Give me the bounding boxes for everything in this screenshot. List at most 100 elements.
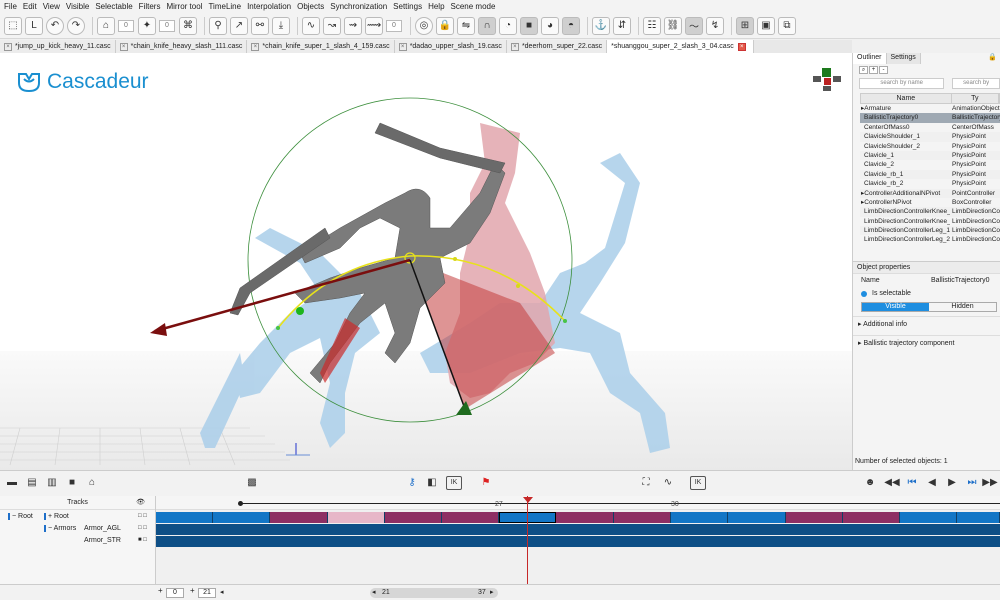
menu-item-timeline[interactable]: TimeLine [208, 2, 241, 11]
close-icon[interactable]: × [251, 42, 260, 51]
tl-tool-2-icon[interactable]: ▤ [24, 476, 40, 490]
playhead[interactable] [527, 496, 528, 584]
play-icon[interactable]: ▶ [944, 476, 960, 490]
lock-icon[interactable]: 🔒 [436, 16, 454, 35]
outliner-row[interactable]: ClavicleShoulder_2 PhysicPoint [860, 142, 1000, 151]
ik-icon[interactable]: ◓ [562, 16, 580, 35]
lock-icon[interactable]: 🔒 [988, 53, 1000, 64]
menu-item-mirror-tool[interactable]: Mirror tool [166, 2, 202, 11]
file-tab[interactable]: × *chain_knife_heavy_slash_111.casc [115, 40, 248, 53]
checkbox-icon[interactable]: ■ □ [138, 537, 147, 543]
next-key-icon[interactable]: ⏭ [964, 476, 980, 490]
outliner-row[interactable]: CenterOfMass0 CenterOfMass [860, 123, 1000, 132]
outliner-row[interactable]: Clavicle_2 PhysicPoint [860, 160, 1000, 169]
fit-icon[interactable]: ⛶ [638, 476, 654, 490]
tl-tool-1-icon[interactable]: ▬ [4, 476, 20, 490]
menu-item-view[interactable]: View [43, 2, 60, 11]
menu-item-help[interactable]: Help [428, 2, 444, 11]
track-bar-root[interactable] [156, 512, 1000, 523]
outliner-row[interactable]: LimbDirectionControllerLeg_1 LimbDirectio… [860, 226, 1000, 236]
menu-item-settings[interactable]: Settings [393, 2, 422, 11]
step-back-icon[interactable]: ◀ [924, 476, 940, 490]
chain-icon[interactable]: ⛓ [664, 16, 682, 35]
interp-icon[interactable]: ✦ [138, 16, 156, 35]
range-end-field[interactable]: 21 [198, 588, 216, 598]
outliner-row[interactable]: BallisticTrajectory0 BallisticTrajectory [860, 113, 1000, 123]
prev-key-icon[interactable]: ⏮ [904, 476, 920, 490]
track-bar-armors[interactable] [156, 524, 1000, 535]
search-name-input[interactable]: search by name [859, 78, 945, 89]
track-root-child[interactable]: + Root [44, 513, 69, 520]
step-icon[interactable]: ↝ [323, 16, 341, 35]
arm-icon[interactable]: ↗ [230, 16, 248, 35]
flag-icon[interactable]: ⚑ [478, 476, 494, 490]
outliner-row[interactable]: ClavicleShoulder_1 PhysicPoint [860, 132, 1000, 142]
track-armors[interactable]: − Armors [44, 525, 76, 532]
key-segment[interactable] [328, 512, 385, 523]
range-start-field[interactable]: 0 [166, 588, 184, 598]
outliner-row[interactable]: LimbDirectionControllerLeg_2 LimbDirectio… [860, 235, 1000, 244]
stop-icon[interactable]: ■ [520, 16, 538, 35]
menu-item-filters[interactable]: Filters [139, 2, 161, 11]
tl-tool-3-icon[interactable]: ▥ [44, 476, 60, 490]
timeline[interactable]: 27 30 [156, 496, 1000, 584]
tab-settings[interactable]: Settings [886, 53, 921, 64]
menu-item-interpolation[interactable]: Interpolation [247, 2, 291, 11]
checkbox-icon[interactable]: □ □ [138, 525, 147, 531]
target-icon[interactable]: ◎ [415, 16, 433, 35]
grid-icon[interactable]: ⊞ [736, 16, 754, 35]
wave-icon[interactable]: ∿ [302, 16, 320, 35]
split-icon[interactable]: ◧ [424, 476, 440, 490]
anchor-icon[interactable]: ⚓ [592, 16, 610, 35]
skeleton-icon[interactable]: ☷ [643, 16, 661, 35]
transform-icon[interactable]: ↯ [706, 16, 724, 35]
close-icon[interactable]: × [510, 42, 519, 51]
outliner-row[interactable]: LimbDirectionControllerKnee_2 LimbDirecti… [860, 217, 1000, 226]
timeline-scrollbar[interactable]: ◂ 21 37 ▸ [370, 588, 498, 598]
file-tab[interactable]: × *chain_knife_super_1_slash_4_159.casc [247, 40, 395, 53]
track-armor-agl[interactable]: Armor_AGL [84, 525, 121, 532]
key-segment[interactable] [270, 512, 328, 523]
remove-button[interactable]: - [879, 66, 888, 74]
key-segment[interactable] [786, 512, 843, 523]
close-icon[interactable]: × [737, 42, 746, 51]
avatar-icon[interactable]: ☻ [862, 476, 878, 490]
key-icon[interactable]: ⚷ [404, 476, 420, 490]
name-value[interactable]: BallisticTrajectory0 [931, 277, 989, 284]
key-segment[interactable] [843, 512, 900, 523]
close-icon[interactable]: × [398, 42, 407, 51]
l-tool-icon[interactable]: L [25, 16, 43, 35]
close-icon[interactable]: × [4, 42, 12, 51]
menu-item-objects[interactable]: Objects [297, 2, 324, 11]
menu-item-visible[interactable]: Visible [66, 2, 89, 11]
forward-icon[interactable]: ▶▶ [982, 476, 998, 490]
key-segment[interactable] [957, 512, 1000, 523]
filter-icon[interactable]: ⌕ [859, 66, 868, 74]
scroll-left-icon[interactable]: ◂ [372, 588, 376, 596]
redo-icon[interactable]: ↷ [67, 16, 85, 35]
search-type-input[interactable]: search by [952, 78, 1000, 89]
plus-icon[interactable]: + [190, 586, 195, 595]
scroll-left-icon[interactable]: ◂ [220, 588, 224, 596]
physics-icon[interactable]: ⚯ [251, 16, 269, 35]
tl-tool-5-icon[interactable]: ⌂ [84, 476, 100, 490]
render-icon[interactable]: ▩ [244, 476, 260, 490]
outliner-row[interactable]: LimbDirectionControllerKnee_1 LimbDirecti… [860, 207, 1000, 217]
key-segment[interactable] [614, 512, 671, 523]
key-segment[interactable] [556, 512, 614, 523]
playhead-handle[interactable] [523, 497, 533, 503]
tab-outliner[interactable]: Outliner [853, 53, 887, 64]
curve-icon[interactable]: 〜 [685, 16, 703, 35]
file-tab[interactable]: *shuanggou_super_2_slash_3_04.casc × [607, 40, 754, 53]
pose-tool-icon[interactable]: ⌂ [97, 16, 115, 35]
col-name[interactable]: Name [861, 94, 952, 103]
menu-item-synchronization[interactable]: Synchronization [330, 2, 387, 11]
wave-icon[interactable]: ∿ [660, 476, 676, 490]
ik-button-2[interactable]: IK [690, 476, 706, 490]
outliner-row[interactable]: Clavicle_rb_2 PhysicPoint [860, 179, 1000, 188]
fold-icon[interactable]: ⟿ [365, 16, 383, 35]
section-additional-info[interactable]: ▸ Additional info [853, 316, 1000, 331]
outliner-row[interactable]: ▸ControllerNPivot BoxController [860, 198, 1000, 207]
key-segment[interactable] [728, 512, 786, 523]
keys-icon[interactable]: ⌘ [179, 16, 197, 35]
